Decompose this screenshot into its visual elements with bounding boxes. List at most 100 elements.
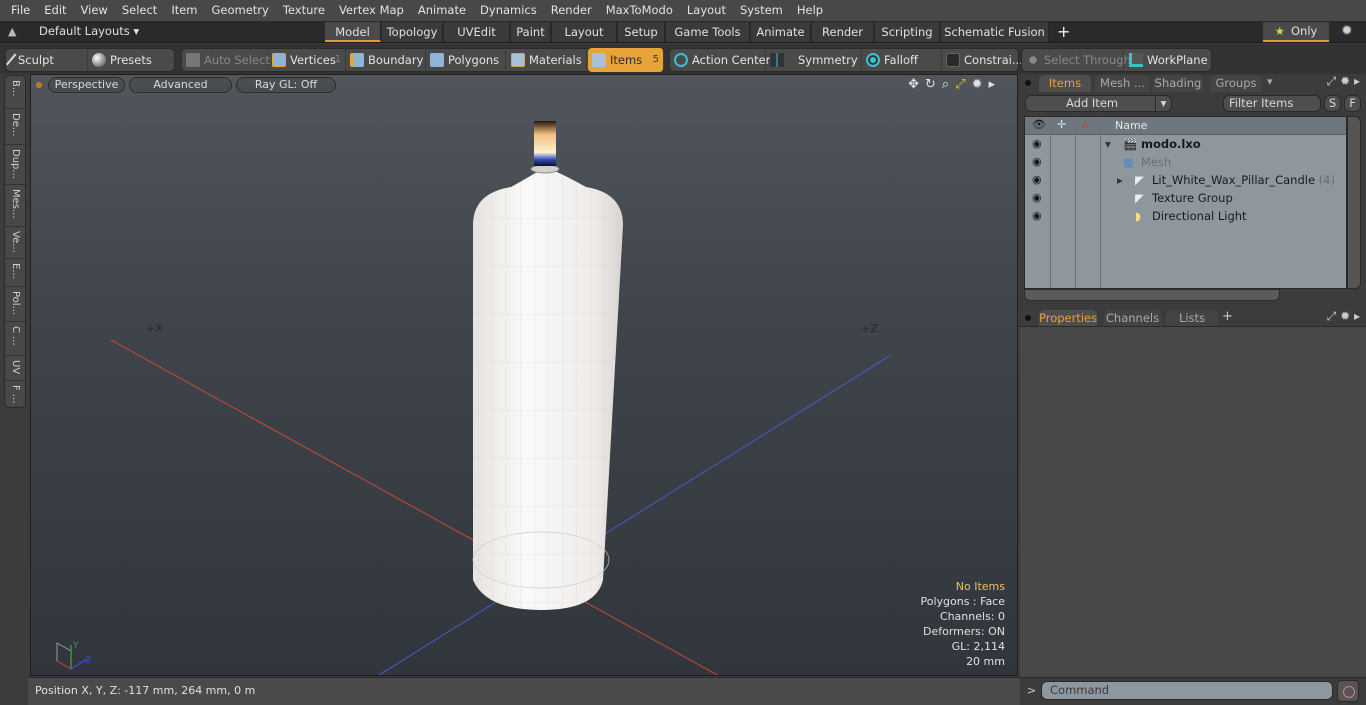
panel-gear-icon[interactable]: ✹: [1340, 74, 1350, 88]
item-list-vertical-scrollbar[interactable]: [1347, 116, 1361, 289]
tree-row-mesh[interactable]: ◉ ■ Mesh: [1025, 153, 1346, 171]
menu-layout[interactable]: Layout: [680, 0, 733, 21]
menu-system[interactable]: System: [733, 0, 790, 21]
tab-paint[interactable]: Paint: [511, 22, 551, 42]
add-item-dropdown[interactable]: ▾: [1155, 95, 1172, 112]
zoom-view-icon[interactable]: ⌕: [942, 77, 955, 92]
tabs-dropdown-icon[interactable]: ▾: [1267, 75, 1273, 88]
visibility-column-icon[interactable]: 👁: [1032, 118, 1046, 131]
left-tab-polygon[interactable]: Pol...: [5, 287, 25, 322]
expand-arrow-icon[interactable]: ▸: [988, 77, 1001, 92]
view-mode-button[interactable]: Perspective: [48, 77, 125, 93]
tab-groups[interactable]: Groups: [1210, 75, 1262, 92]
panel-arrow-icon[interactable]: ▸: [1354, 74, 1360, 88]
polygons-button[interactable]: Polygons: [426, 48, 506, 72]
left-tab-fusion[interactable]: F ...: [5, 381, 25, 408]
eye-icon[interactable]: ◉: [1032, 171, 1042, 189]
left-tab-deform[interactable]: De...: [5, 109, 25, 145]
left-tab-uv[interactable]: UV: [5, 356, 25, 381]
eye-icon[interactable]: ◉: [1032, 153, 1042, 171]
gear-icon[interactable]: ✹: [1341, 23, 1353, 39]
menu-animate[interactable]: Animate: [411, 0, 473, 21]
tree-row-scene[interactable]: ◉ ▾ 🎬 modo.lxo: [1025, 135, 1346, 153]
menu-render[interactable]: Render: [544, 0, 599, 21]
command-input[interactable]: Command: [1041, 681, 1333, 700]
menu-view[interactable]: View: [74, 0, 115, 21]
menu-edit[interactable]: Edit: [37, 0, 73, 21]
panel-gear-icon[interactable]: ✹: [1340, 309, 1350, 323]
workplane-button[interactable]: WorkPlane: [1125, 48, 1211, 72]
name-column-header[interactable]: Name: [1115, 119, 1147, 132]
add-tab-button[interactable]: +: [1057, 21, 1070, 42]
tab-topology[interactable]: Topology: [382, 22, 443, 42]
sculpt-button[interactable]: Sculpt: [5, 48, 88, 72]
tab-model[interactable]: Model: [325, 22, 381, 42]
left-tab-duplicate[interactable]: Dup...: [5, 145, 25, 185]
tab-mesh[interactable]: Mesh ...: [1095, 75, 1150, 92]
panel-options-dot[interactable]: [1025, 80, 1031, 86]
eye-icon[interactable]: ◉: [1032, 189, 1042, 207]
menu-vertex-map[interactable]: Vertex Map: [332, 0, 411, 21]
left-tab-edge[interactable]: E...: [5, 259, 25, 287]
menu-item[interactable]: Item: [164, 0, 204, 21]
panel-arrow-icon[interactable]: ▸: [1354, 309, 1360, 323]
items-button[interactable]: Items 5: [588, 48, 664, 72]
filter-items-input[interactable]: Filter Items: [1223, 95, 1321, 112]
eye-icon[interactable]: ◉: [1032, 135, 1042, 153]
collapse-up-icon[interactable]: ▲: [8, 25, 20, 39]
vertices-button[interactable]: Vertices 1: [268, 48, 346, 72]
left-tab-mesh-edit[interactable]: Mes...: [5, 185, 25, 227]
auto-select-button[interactable]: Auto Select: [182, 48, 270, 72]
tab-items[interactable]: Items: [1039, 75, 1091, 92]
shading-mode-button[interactable]: Advanced: [129, 77, 232, 93]
eye-icon[interactable]: ◉: [1032, 207, 1042, 225]
default-layouts-dropdown[interactable]: Default Layouts ▾: [39, 24, 139, 38]
select-through-button[interactable]: Select Through: [1022, 48, 1131, 72]
record-macro-button[interactable]: [1337, 680, 1359, 702]
symmetry-button[interactable]: Symmetry: [766, 48, 862, 72]
materials-button[interactable]: Materials: [507, 48, 587, 72]
falloff-button[interactable]: Falloff: [862, 48, 942, 72]
maximize-panel-icon[interactable]: ⤢: [1327, 74, 1337, 88]
left-tab-vertex[interactable]: Ve...: [5, 227, 25, 259]
f-button[interactable]: F: [1344, 95, 1361, 112]
maximize-panel-icon[interactable]: ⤢: [1327, 309, 1337, 323]
tab-properties[interactable]: Properties: [1039, 310, 1097, 327]
item-list-horizontal-scrollbar[interactable]: [1024, 289, 1280, 301]
tree-row-candle[interactable]: ◉ ▸ ◤ Lit_White_Wax_Pillar_Candle (4): [1025, 171, 1346, 189]
menu-texture[interactable]: Texture: [276, 0, 332, 21]
tab-scripting[interactable]: Scripting: [875, 22, 940, 42]
add-tab-button[interactable]: +: [1222, 309, 1233, 324]
only-toggle[interactable]: ★ Only: [1263, 22, 1329, 42]
collapse-arrow-icon[interactable]: ▾: [1105, 135, 1111, 153]
left-tab-curve[interactable]: C ...: [5, 322, 25, 356]
rotate-view-icon[interactable]: ↻: [925, 77, 942, 92]
s-button[interactable]: S: [1324, 95, 1341, 112]
menu-file[interactable]: File: [4, 0, 37, 21]
tab-layout[interactable]: Layout: [552, 22, 617, 42]
tab-uvedit[interactable]: UVEdit: [444, 22, 510, 42]
boundary-button[interactable]: Boundary: [346, 48, 426, 72]
presets-button[interactable]: Presets: [88, 48, 174, 72]
menu-geometry[interactable]: Geometry: [205, 0, 276, 21]
raygl-toggle[interactable]: Ray GL: Off: [236, 77, 336, 93]
menu-select[interactable]: Select: [115, 0, 164, 21]
panel-options-dot[interactable]: [1025, 315, 1031, 321]
viewport-options-dot[interactable]: [36, 82, 42, 88]
lock-column-icon[interactable]: ✛: [1057, 118, 1066, 131]
tab-render[interactable]: Render: [812, 22, 874, 42]
3d-viewport[interactable]: +X +Z Y Z Perspective Advanced Ray GL: O…: [30, 74, 1018, 676]
constraints-button[interactable]: Constrai...: [942, 48, 1023, 72]
tab-setup[interactable]: Setup: [618, 22, 665, 42]
tab-schematic-fusion[interactable]: Schematic Fusion: [941, 22, 1049, 42]
tab-game-tools[interactable]: Game Tools: [666, 22, 750, 42]
left-tab-basic[interactable]: B...: [5, 76, 25, 109]
tab-channels[interactable]: Channels: [1104, 310, 1161, 327]
action-center-button[interactable]: Action Center: [670, 48, 770, 72]
menu-help[interactable]: Help: [790, 0, 830, 21]
axis-column-icon[interactable]: ⅄: [1082, 118, 1089, 131]
tab-animate[interactable]: Animate: [751, 22, 811, 42]
tab-shading[interactable]: Shading: [1153, 75, 1203, 92]
menu-dynamics[interactable]: Dynamics: [473, 0, 544, 21]
expand-arrow-icon[interactable]: ▸: [1117, 171, 1123, 189]
